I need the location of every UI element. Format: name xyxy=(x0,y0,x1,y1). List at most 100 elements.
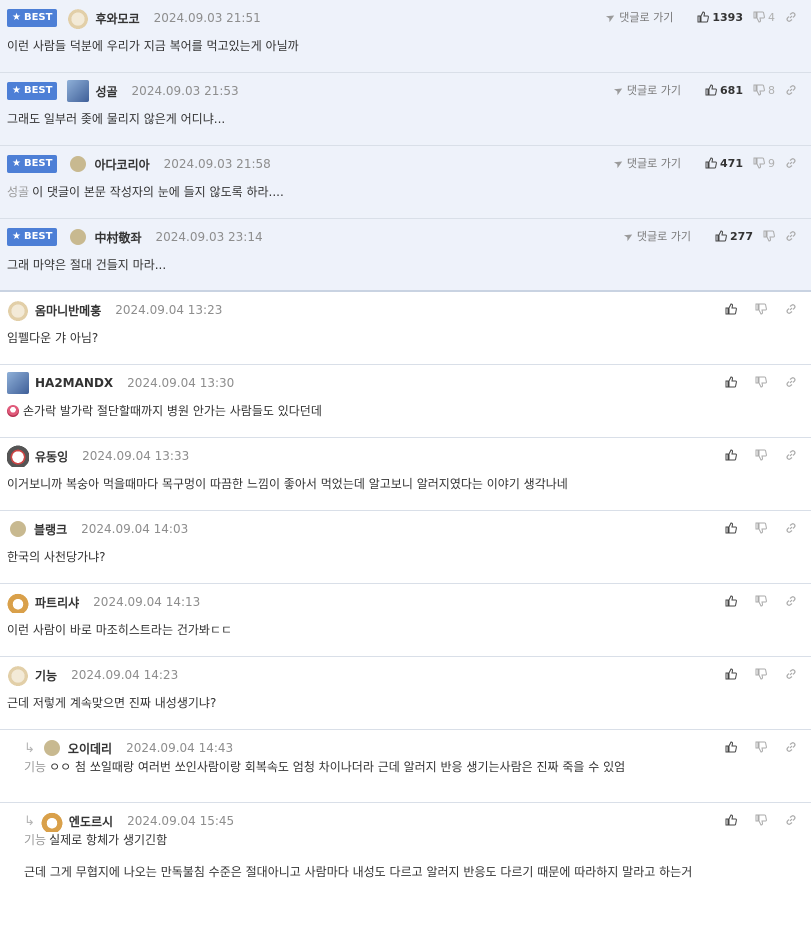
nickname[interactable]: 엔도르시 xyxy=(69,813,113,830)
comment: HA2MANDX 2024.09.04 13:30 손가락 발가락 절단할때까지… xyxy=(0,365,811,438)
mouse-avatar[interactable] xyxy=(7,445,29,467)
link-icon xyxy=(786,231,796,241)
comment-body: 그래 마약은 절대 건들지 마라... xyxy=(7,258,167,272)
link-button[interactable] xyxy=(785,595,797,607)
downvote-button[interactable] xyxy=(755,376,767,388)
downvote-button[interactable]: 9 xyxy=(753,157,775,170)
link-button[interactable] xyxy=(785,522,797,534)
link-button[interactable] xyxy=(785,814,797,826)
thumbs-up-icon xyxy=(705,157,717,169)
nickname[interactable]: 아다코리아 xyxy=(94,156,149,173)
wolf-avatar[interactable] xyxy=(67,80,90,102)
link-icon xyxy=(786,815,796,825)
comment-tools xyxy=(707,519,797,537)
fox-avatar[interactable] xyxy=(7,591,29,613)
comment-paragraph: 근데 그게 무협지에 나오는 만독불침 수준은 절대아니고 사람마다 내성도 다… xyxy=(24,865,693,879)
best-badge: ★ BEST xyxy=(7,228,58,246)
reply-comment: ↳ 엔도르시 2024.09.04 15:45 기능 실제로 항체가 생기긴함 근… xyxy=(0,803,811,951)
comment: 블랭크 2024.09.04 14:03 한국의 사천당가냐? xyxy=(0,511,811,584)
default-avatar[interactable] xyxy=(10,521,26,537)
downvote-button[interactable] xyxy=(755,814,767,826)
thumbs-up-icon xyxy=(715,230,727,242)
nickname[interactable]: 옴마니반메훙 xyxy=(35,302,101,319)
comment-body: 임펠다운 갸 아님? xyxy=(7,331,99,345)
link-button[interactable] xyxy=(785,11,797,23)
send-arrow-icon: ➤ xyxy=(611,82,626,98)
comment-header: ↳ 엔도르시 2024.09.04 15:45 xyxy=(24,810,234,832)
downvote-button[interactable] xyxy=(763,230,775,242)
goto-comment-link[interactable]: ➤ 댓글로 가기 xyxy=(611,155,681,171)
goto-comment-link[interactable]: ➤ 댓글로 가기 xyxy=(621,228,691,244)
upvote-button[interactable] xyxy=(725,595,737,607)
comment-tools xyxy=(707,738,797,756)
comment-tools: ➤ 댓글로 가기 1393 4 xyxy=(603,8,797,26)
downvote-button[interactable]: 4 xyxy=(753,11,775,24)
thumbs-down-icon xyxy=(753,11,765,23)
upvote-button[interactable] xyxy=(725,668,737,680)
upvote-button[interactable]: 277 xyxy=(715,230,753,243)
mention[interactable]: 성골 xyxy=(7,185,29,199)
upvote-button[interactable] xyxy=(725,449,737,461)
goto-comment-link[interactable]: ➤ 댓글로 가기 xyxy=(603,9,673,25)
downvote-button[interactable]: 8 xyxy=(753,84,775,97)
comment-header: 파트리샤 2024.09.04 14:13 xyxy=(7,591,200,613)
default-avatar[interactable] xyxy=(70,156,87,172)
thumbs-down-icon xyxy=(763,230,775,242)
emoticon-icon xyxy=(7,405,19,417)
fox-avatar[interactable] xyxy=(40,810,63,832)
upvote-button[interactable] xyxy=(725,741,737,753)
nickname[interactable]: 성골 xyxy=(95,83,117,100)
nickname[interactable]: HA2MANDX xyxy=(35,376,113,390)
puppy-avatar[interactable] xyxy=(67,7,90,29)
link-button[interactable] xyxy=(785,376,797,388)
downvote-button[interactable] xyxy=(755,449,767,461)
nickname[interactable]: 파트리샤 xyxy=(35,594,79,611)
nickname[interactable]: 中村敬좌 xyxy=(94,229,141,246)
upvote-button[interactable] xyxy=(725,522,737,534)
link-button[interactable] xyxy=(785,84,797,96)
comment-body: 그래도 일부러 좆에 물리지 않은게 어디냐... xyxy=(7,112,226,126)
downvote-button[interactable] xyxy=(755,741,767,753)
comment-header: ★ BEST 아다코리아 2024.09.03 21:58 xyxy=(7,154,271,174)
thumbs-up-icon xyxy=(725,595,737,607)
link-button[interactable] xyxy=(785,741,797,753)
default-avatar[interactable] xyxy=(70,229,87,245)
best-badge: ★ BEST xyxy=(7,82,58,100)
link-icon xyxy=(786,742,796,752)
comment-header: 옴마니반메훙 2024.09.04 13:23 xyxy=(7,299,222,321)
upvote-button[interactable]: 681 xyxy=(705,84,743,97)
default-avatar[interactable] xyxy=(43,740,60,756)
downvote-button[interactable] xyxy=(755,595,767,607)
link-button[interactable] xyxy=(785,668,797,680)
comment-date: 2024.09.04 13:30 xyxy=(127,376,235,390)
link-icon xyxy=(786,304,796,314)
wolf-avatar[interactable] xyxy=(7,372,29,394)
nickname[interactable]: 블랭크 xyxy=(34,521,67,538)
thumbs-down-icon xyxy=(755,741,767,753)
upvote-button[interactable] xyxy=(725,303,737,315)
link-button[interactable] xyxy=(785,303,797,315)
upvote-button[interactable]: 1393 xyxy=(697,11,743,24)
upvote-button[interactable]: 471 xyxy=(705,157,743,170)
link-button[interactable] xyxy=(785,157,797,169)
mention[interactable]: 기능 xyxy=(24,760,46,774)
nickname[interactable]: 기능 xyxy=(35,667,57,684)
comment-date: 2024.09.04 13:33 xyxy=(82,449,190,463)
best-badge: ★ BEST xyxy=(7,9,58,27)
nickname[interactable]: 오이데리 xyxy=(68,740,112,757)
link-button[interactable] xyxy=(785,230,797,242)
puppy-avatar[interactable] xyxy=(7,299,29,321)
nickname[interactable]: 후와모코 xyxy=(95,10,139,27)
link-button[interactable] xyxy=(785,449,797,461)
downvote-button[interactable] xyxy=(755,668,767,680)
downvote-button[interactable] xyxy=(755,303,767,315)
nickname[interactable]: 유동잉 xyxy=(35,448,68,465)
reply-arrow-icon: ↳ xyxy=(24,740,35,756)
link-icon xyxy=(786,523,796,533)
goto-comment-link[interactable]: ➤ 댓글로 가기 xyxy=(611,82,681,98)
blob-avatar[interactable] xyxy=(7,664,29,686)
upvote-button[interactable] xyxy=(725,814,737,826)
downvote-button[interactable] xyxy=(755,522,767,534)
upvote-button[interactable] xyxy=(725,376,737,388)
mention[interactable]: 기능 xyxy=(24,833,46,847)
